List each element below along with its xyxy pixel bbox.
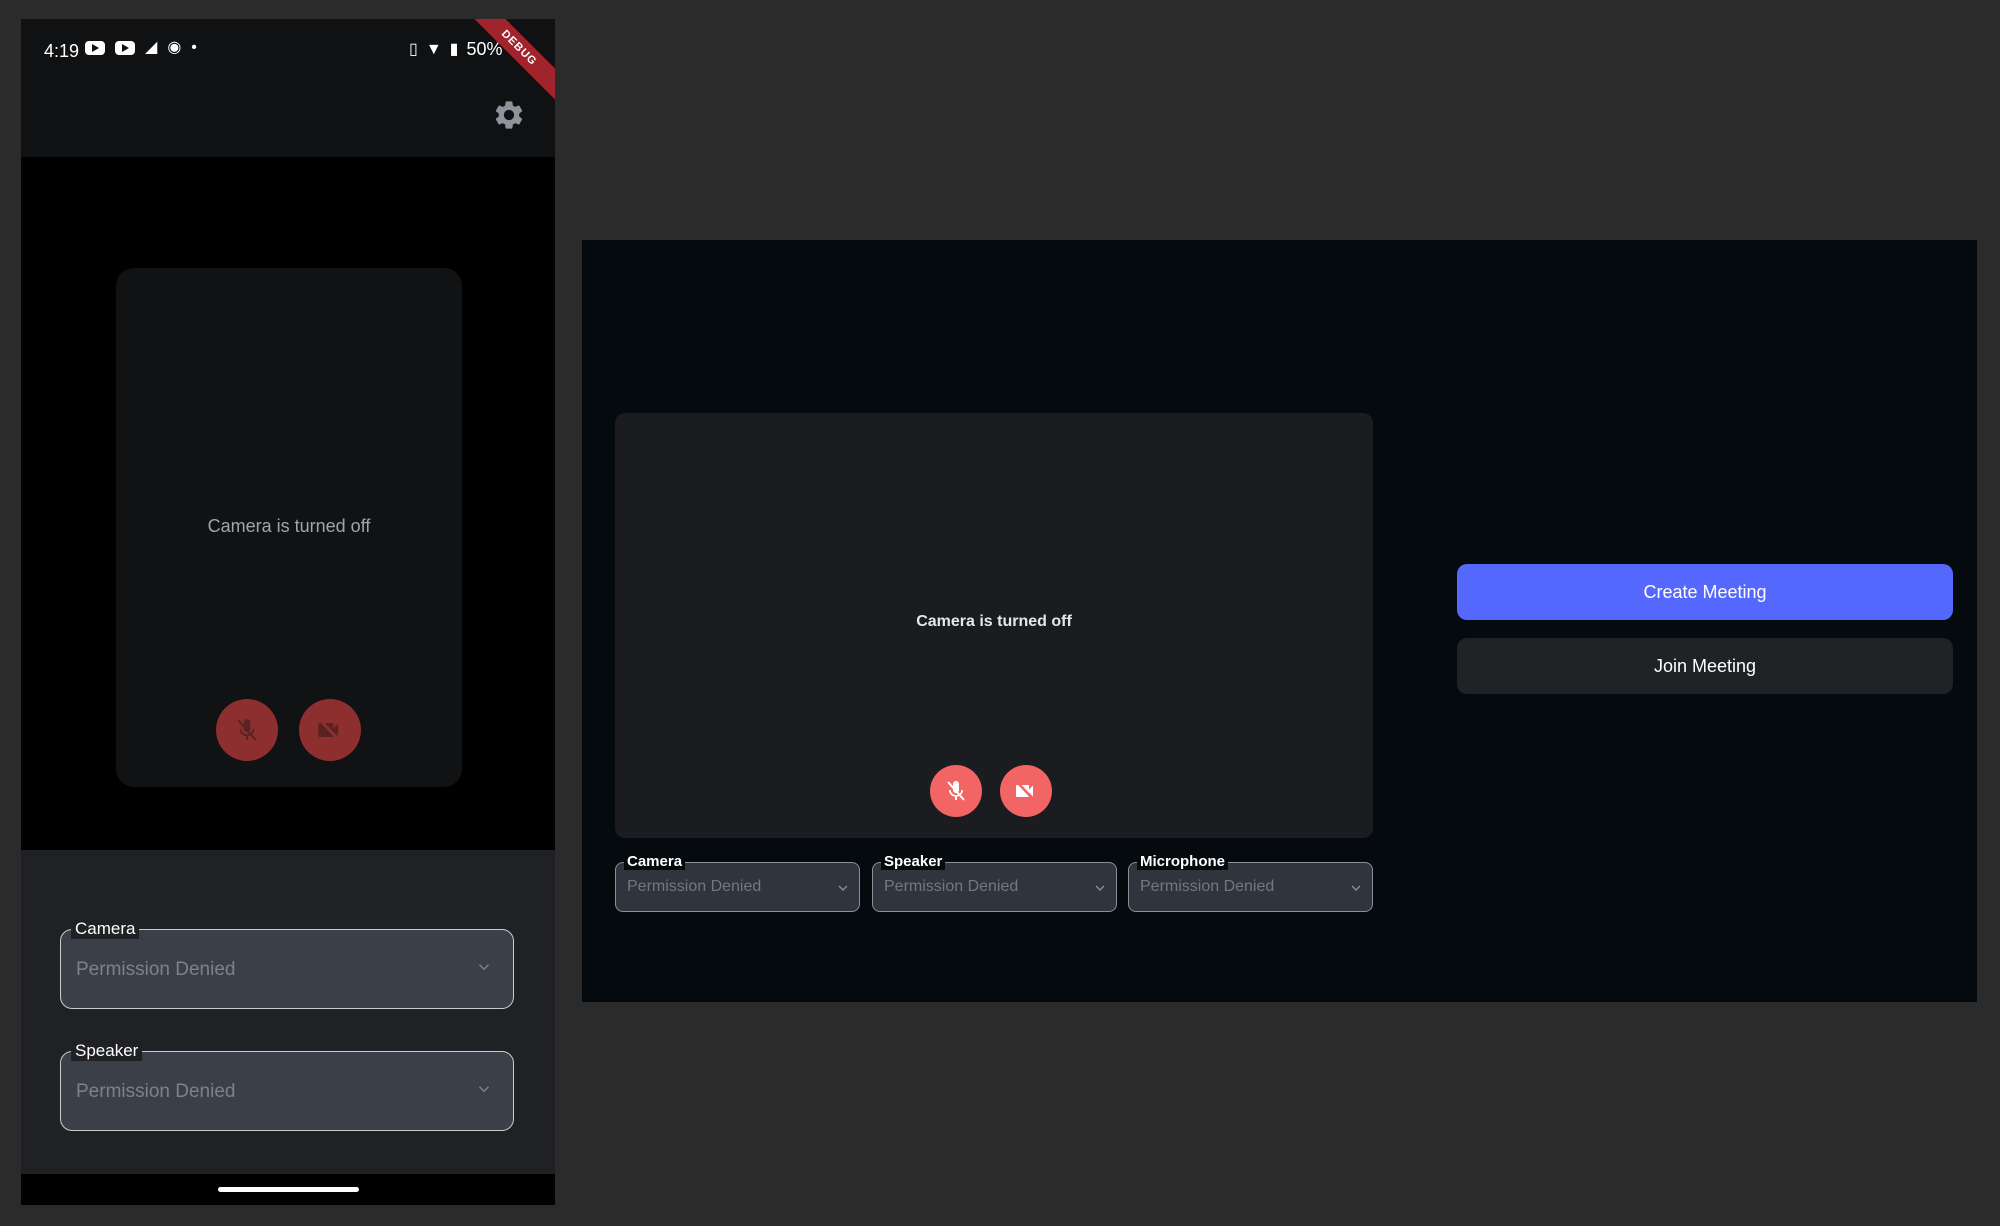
youtube-icon	[85, 41, 105, 55]
camera-preview: Camera is turned off	[615, 413, 1373, 838]
status-time: 4:19	[44, 41, 80, 61]
send-icon: ◢	[145, 39, 158, 56]
home-indicator[interactable]	[218, 1187, 359, 1192]
camera-select[interactable]: Camera Permission Denied	[60, 919, 514, 1009]
chevron-down-icon	[478, 964, 490, 971]
desktop-window: Camera is turned off Camera Permission D…	[582, 240, 1977, 1002]
settings-button[interactable]	[491, 97, 527, 133]
mic-toggle-button[interactable]	[216, 699, 278, 761]
chevron-down-icon	[1351, 885, 1361, 891]
camera-select-label: Camera	[624, 853, 686, 870]
speaker-select-label: Speaker	[71, 1041, 143, 1061]
speaker-select[interactable]: Speaker Permission Denied	[872, 853, 1117, 912]
system-icons: ▯ ▼ ▮ 50%	[409, 39, 503, 60]
camera-off-text: Camera is turned off	[916, 613, 1072, 630]
camera-select[interactable]: Camera Permission Denied	[615, 853, 860, 912]
battery-icon: ▮	[449, 40, 459, 58]
video-stage: Camera is turned off	[21, 157, 555, 850]
camera-off-text: Camera is turned off	[207, 516, 371, 536]
mic-toggle-button[interactable]	[930, 765, 982, 817]
mic-off-icon	[237, 719, 257, 741]
microphone-select[interactable]: Microphone Permission Denied	[1128, 853, 1373, 912]
camera-preview: Camera is turned off	[116, 268, 462, 787]
speaker-select-label: Speaker	[881, 853, 946, 870]
youtube-icon	[115, 41, 135, 55]
chevron-down-icon	[838, 885, 848, 891]
camera-toggle-button[interactable]	[1000, 765, 1052, 817]
microphone-select-value: Permission Denied	[1140, 878, 1275, 895]
mic-off-icon	[947, 781, 965, 801]
camera-select-label: Camera	[71, 919, 140, 939]
chevron-down-icon	[1095, 885, 1105, 891]
dot-icon: •	[191, 39, 197, 56]
camera-select-value: Permission Denied	[627, 878, 762, 895]
chevron-down-icon	[478, 1086, 490, 1093]
notification-icons: ◢ ◉ •	[85, 39, 197, 56]
video-off-icon	[1016, 781, 1035, 801]
microphone-select-label: Microphone	[1137, 853, 1228, 870]
app-icon: ◉	[167, 39, 182, 56]
camera-toggle-button[interactable]	[299, 699, 361, 761]
status-bar: 4:19 ◢ ◉ • ▯ ▼ ▮ 50% DEBUG	[21, 19, 555, 157]
vibrate-icon: ▯	[409, 40, 418, 58]
speaker-select-value: Permission Denied	[884, 878, 1019, 895]
wifi-icon: ▼	[425, 40, 442, 58]
mobile-screen: 4:19 ◢ ◉ • ▯ ▼ ▮ 50% DEBUG Camera is tur…	[21, 19, 555, 1205]
join-meeting-button[interactable]: Join Meeting	[1457, 638, 1953, 694]
create-meeting-button[interactable]: Create Meeting	[1457, 564, 1953, 620]
camera-select-value: Permission Denied	[76, 959, 236, 980]
video-off-icon	[318, 718, 341, 742]
speaker-select[interactable]: Speaker Permission Denied	[60, 1041, 514, 1131]
speaker-select-value: Permission Denied	[76, 1081, 236, 1102]
device-settings: Camera Permission Denied Speaker Permiss…	[21, 850, 555, 1174]
gear-icon	[495, 101, 523, 129]
navigation-bar	[21, 1174, 555, 1205]
